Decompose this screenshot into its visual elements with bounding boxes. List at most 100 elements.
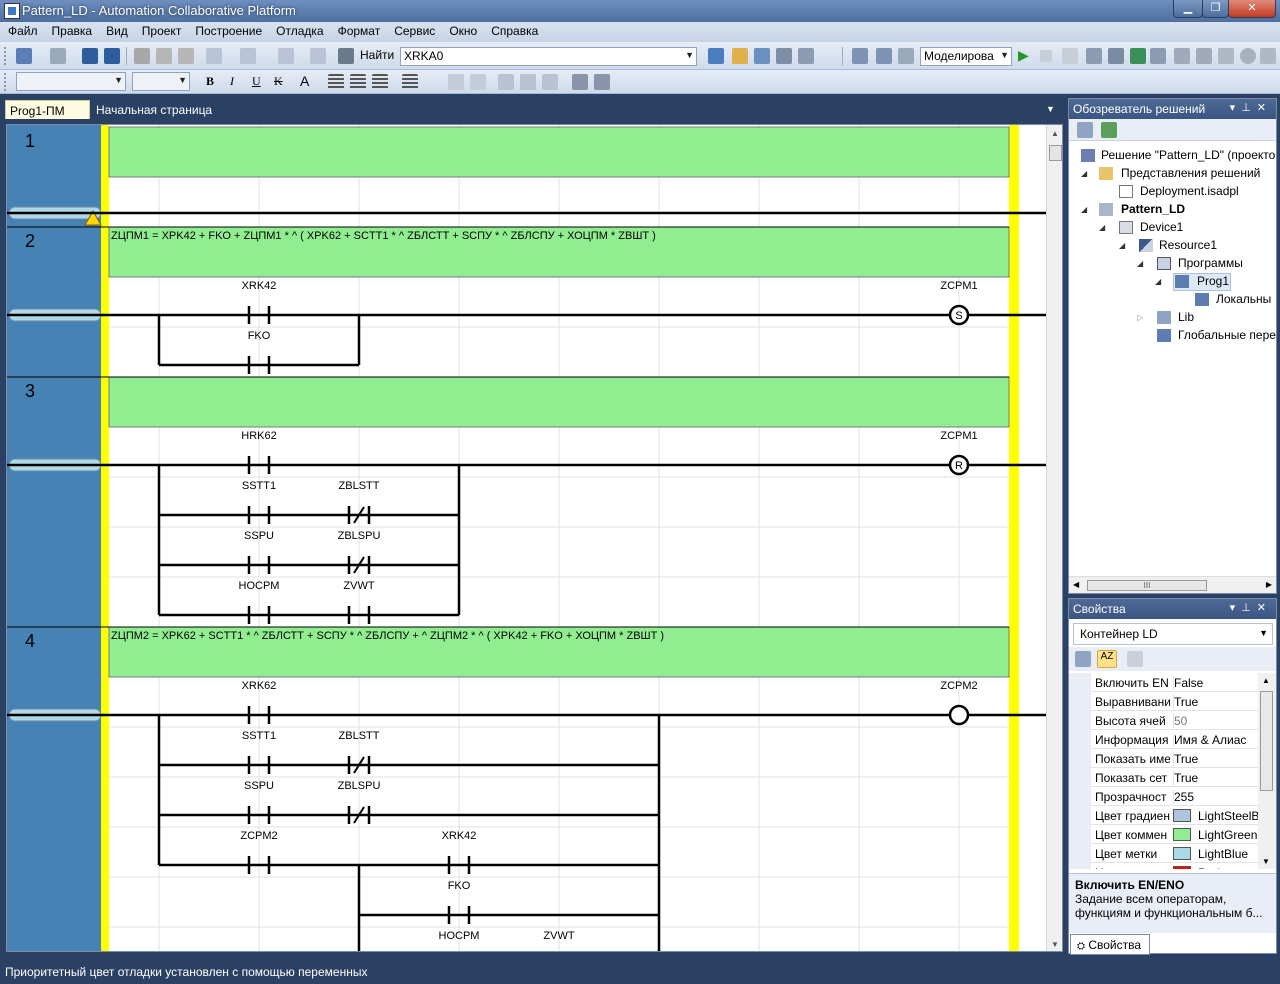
undo-icon[interactable] xyxy=(206,48,222,64)
font-size-combobox[interactable]: ▼ xyxy=(132,72,190,91)
toolbar-grip-2[interactable] xyxy=(4,73,7,91)
editor-vertical-scrollbar[interactable]: ▲ ▼ xyxy=(1046,125,1062,951)
tree-item-solution[interactable]: Решение "Pattern_LD" (проекто xyxy=(1101,148,1275,162)
new-project-icon[interactable] xyxy=(16,48,32,64)
menu-file[interactable]: Файл xyxy=(4,22,42,38)
paste-icon[interactable] xyxy=(178,48,194,64)
settings-gear-icon[interactable] xyxy=(1240,48,1256,64)
navigate-forward-icon[interactable] xyxy=(310,48,326,64)
object-selector[interactable]: Контейнер LD ▼ xyxy=(1073,623,1273,645)
property-row[interactable]: Цвет метки LightBlue xyxy=(1069,844,1258,863)
underline-icon[interactable]: U xyxy=(252,74,261,89)
categorized-icon[interactable] xyxy=(1075,651,1091,667)
copy-icon[interactable] xyxy=(156,48,172,64)
solution-explorer-icon[interactable] xyxy=(732,48,748,64)
toolbar-grip[interactable] xyxy=(4,47,7,65)
menu-build[interactable]: Построение xyxy=(191,22,266,38)
hscroll-thumb[interactable]: III xyxy=(1087,580,1207,591)
rebuild-icon[interactable] xyxy=(876,48,892,64)
tree-item-deployment[interactable]: Deployment.isadpl xyxy=(1140,184,1239,198)
grid-icon[interactable] xyxy=(572,74,588,90)
scroll-up-icon[interactable]: ▲ xyxy=(1051,129,1059,138)
stop-debug-icon[interactable] xyxy=(1040,50,1052,62)
pen-icon[interactable] xyxy=(448,74,464,90)
menu-edit[interactable]: Правка xyxy=(48,22,97,38)
close-button[interactable]: ✕ xyxy=(1228,0,1276,18)
redo-icon[interactable] xyxy=(240,48,256,64)
properties-window-icon[interactable] xyxy=(754,48,770,64)
tab-prog1-pm[interactable]: Prog1-ПМ xyxy=(5,100,90,119)
add-item-icon[interactable] xyxy=(50,48,66,64)
expand-arrow-icon[interactable]: ◢ xyxy=(1081,169,1087,178)
ld-editor[interactable]: 1 ZЦПМ1 = XPK42 + FKO + ZЦПМ1 * ^ ( XPK62… xyxy=(6,124,1063,952)
strikethrough-icon[interactable]: K xyxy=(274,74,283,89)
step-out-icon[interactable] xyxy=(1108,48,1124,64)
scroll-down-icon[interactable]: ▼ xyxy=(1051,940,1059,949)
options-icon[interactable] xyxy=(798,48,814,64)
menu-help[interactable]: Справка xyxy=(487,22,542,38)
bold-icon[interactable]: B xyxy=(206,74,214,89)
tree-item-globals[interactable]: Глобальные пере xyxy=(1178,328,1276,342)
maximize-button[interactable]: ❐ xyxy=(1202,0,1229,18)
align-right-icon[interactable] xyxy=(372,74,388,90)
property-grid[interactable]: Включить EN False Выравнивани True Высота яч… xyxy=(1069,673,1276,869)
navigate-back-icon[interactable] xyxy=(278,48,294,64)
menu-view[interactable]: Вид xyxy=(102,22,132,38)
property-row[interactable]: Высота ячей 50 xyxy=(1069,711,1258,730)
show-all-files-icon[interactable] xyxy=(1077,122,1093,138)
tree-item-lib[interactable]: Lib xyxy=(1178,310,1194,324)
expand-arrow-icon[interactable]: ◢ xyxy=(1137,259,1143,268)
layout-1-icon[interactable] xyxy=(498,74,514,90)
save-icon[interactable] xyxy=(82,48,98,64)
list-icon[interactable] xyxy=(402,74,418,90)
scroll-thumb[interactable] xyxy=(1049,145,1062,161)
tab-start-page[interactable]: Начальная страница xyxy=(96,103,212,117)
tab-properties[interactable]: ⛭ Свойства xyxy=(1070,934,1150,955)
property-grid-scrollbar[interactable]: ▲ ▼ xyxy=(1258,673,1276,869)
property-row[interactable]: Информация Имя & Алиас xyxy=(1069,730,1258,749)
find-combobox[interactable]: XRKA0 ▼ xyxy=(400,47,697,66)
toolbox-icon[interactable] xyxy=(776,48,792,64)
alphabetical-icon[interactable]: AZ xyxy=(1097,650,1117,668)
property-row[interactable]: Выравнивани True xyxy=(1069,692,1258,711)
font-color-icon[interactable]: A xyxy=(300,73,309,89)
breakpoints-icon[interactable] xyxy=(1174,48,1190,64)
tree-item-local[interactable]: Локальны xyxy=(1216,292,1271,306)
property-row[interactable]: Прозрачност 255 xyxy=(1069,787,1258,806)
property-row[interactable]: Цвет градиен LightSteelB xyxy=(1069,806,1259,825)
property-row[interactable]: Показать сет True xyxy=(1069,768,1258,787)
build-icon[interactable] xyxy=(852,48,868,64)
expand-arrow-icon[interactable]: ◢ xyxy=(1081,205,1087,214)
italic-icon[interactable]: I xyxy=(230,74,234,89)
tab-list-dropdown-icon[interactable]: ▼ xyxy=(1046,104,1055,114)
expand-arrow-icon[interactable]: ◢ xyxy=(1155,277,1161,286)
collapse-arrow-icon[interactable]: ▷ xyxy=(1137,313,1143,322)
align-center-icon[interactable] xyxy=(350,74,366,90)
step-into-icon[interactable] xyxy=(1086,48,1102,64)
refresh-icon[interactable] xyxy=(1101,122,1117,138)
property-pages-icon[interactable] xyxy=(1127,651,1143,667)
menu-debug[interactable]: Отладка xyxy=(272,22,327,38)
tree-item-resource[interactable]: Resource1 xyxy=(1159,238,1217,252)
expand-arrow-icon[interactable]: ◢ xyxy=(1119,241,1125,250)
expand-arrow-icon[interactable]: ◢ xyxy=(1099,223,1105,232)
reset-icon[interactable] xyxy=(1218,48,1234,64)
tree-item-project[interactable]: Pattern_LD xyxy=(1121,202,1185,216)
tree-item-programs[interactable]: Программы xyxy=(1178,256,1243,270)
layout-2-icon[interactable] xyxy=(520,74,536,90)
solution-explorer-hscrollbar[interactable]: ◀ III ▶ xyxy=(1069,576,1276,593)
panel-buttons[interactable]: ▾⊥✕ xyxy=(1230,101,1272,114)
save-all-icon[interactable] xyxy=(104,48,120,64)
menu-window[interactable]: Окно xyxy=(445,22,481,38)
property-row[interactable]: Показать име True xyxy=(1069,749,1258,768)
find-icon[interactable] xyxy=(338,48,354,64)
mode-combobox[interactable]: Моделирова ▼ xyxy=(920,47,1012,66)
eraser-icon[interactable] xyxy=(470,74,486,90)
tree-item-device[interactable]: Device1 xyxy=(1140,220,1183,234)
align-left-icon[interactable] xyxy=(328,74,344,90)
step-over-icon[interactable] xyxy=(1062,48,1078,64)
snap-icon[interactable] xyxy=(594,74,610,90)
tree-item-prog1[interactable]: Prog1 xyxy=(1197,274,1229,288)
menu-format[interactable]: Формат xyxy=(334,22,385,38)
deploy-icon[interactable] xyxy=(898,48,914,64)
